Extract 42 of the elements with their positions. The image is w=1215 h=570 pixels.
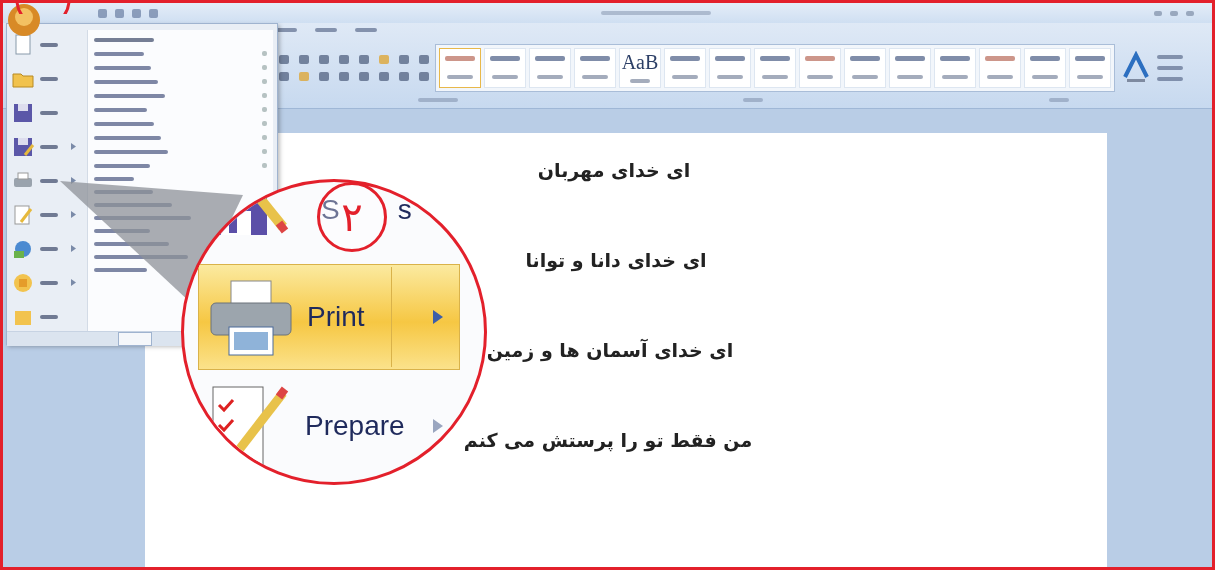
recent-document-item[interactable]: [94, 79, 267, 84]
label-fragment: S: [321, 194, 340, 226]
recent-document-item[interactable]: [94, 51, 267, 56]
editing-command[interactable]: [1157, 76, 1183, 81]
blurred-group-label: [417, 98, 458, 102]
blurred-text-line: [94, 268, 147, 272]
recent-document-item[interactable]: [94, 135, 267, 140]
editing-command[interactable]: [1157, 54, 1183, 59]
recent-document-item[interactable]: [94, 163, 267, 168]
blurred-ribbon-tab[interactable]: [315, 28, 337, 32]
style-tile[interactable]: [439, 47, 481, 88]
blurred-ribbon-tab[interactable]: [355, 28, 377, 32]
recent-document-item[interactable]: [94, 121, 267, 126]
recent-document-item[interactable]: [94, 93, 267, 98]
document-text-line: ای خدای مهربان: [537, 159, 691, 181]
editing-command[interactable]: [1157, 65, 1183, 70]
blurred-group-label: [1049, 98, 1070, 102]
options-button[interactable]: [118, 332, 152, 346]
recent-document-item[interactable]: [94, 149, 267, 154]
blurred-text-line: [94, 177, 134, 181]
style-tile[interactable]: AaB: [619, 47, 661, 88]
submenu-arrow-icon: [71, 245, 76, 252]
submenu-arrow-icon: [71, 143, 76, 150]
change-styles-icon[interactable]: [1121, 50, 1151, 85]
office-button-icon[interactable]: [7, 3, 41, 37]
blurred-group-label: [743, 98, 764, 102]
recent-document-item[interactable]: [94, 107, 267, 112]
highlighted-menu-item[interactable]: Print: [198, 264, 460, 370]
document-text-line: من فقط تو را پرستش می کنم: [463, 429, 753, 451]
submenu-arrow-icon: [71, 279, 76, 286]
submenu-arrow-icon: [71, 211, 76, 218]
blurred-panel-heading: [94, 38, 154, 42]
callout-circle-drawing: [15, 3, 71, 14]
printer-icon: [209, 277, 293, 357]
prepare-icon: [11, 202, 35, 227]
recent-document-item[interactable]: [94, 65, 267, 70]
document-text-line: ای خدای دانا و توانا: [525, 249, 707, 271]
label-fragment: s: [397, 194, 412, 226]
document-text-line: ای خدای آسمان ها و زمین: [486, 339, 734, 361]
submenu-arrow-icon: [433, 310, 443, 324]
submenu-arrow-icon: [433, 419, 443, 433]
menu-item-label[interactable]: Prepare: [305, 410, 405, 442]
